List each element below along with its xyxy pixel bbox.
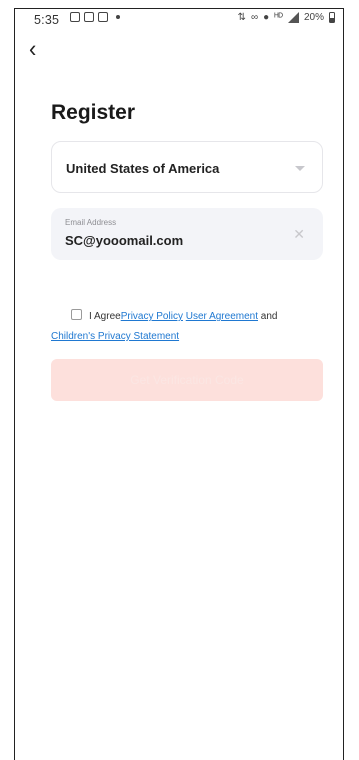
agree-prefix: I Agree (89, 311, 121, 322)
email-value: SC@yooomail.com (65, 233, 184, 248)
status-right-icons: ⇅ ∞ ● ᴴᴰ 20% (238, 12, 335, 23)
get-verification-code-button[interactable]: Get Verification Code (51, 359, 323, 401)
link-icon: ∞ (251, 12, 259, 23)
data-speed-icon: ⇅ (237, 12, 247, 23)
chevron-left-icon[interactable]: ‹ (29, 36, 36, 61)
country-value: United States of America (66, 161, 220, 176)
hd-icon: ᴴᴰ (274, 12, 283, 23)
cast-icon (84, 12, 94, 22)
location-icon: ● (263, 12, 270, 23)
notification-dot-icon (116, 15, 120, 19)
status-bar: 5:35 ⇅ ∞ ● ᴴᴰ 20% (15, 9, 343, 35)
close-icon[interactable]: ✕ (293, 226, 305, 243)
children-privacy-link[interactable]: Children's Privacy Statement (51, 331, 179, 342)
email-field[interactable]: Email Address SC@yooomail.com ✕ (51, 208, 323, 260)
page-title: Register (51, 101, 136, 124)
agreement-checkbox[interactable] (71, 309, 82, 320)
battery-percent: 20% (303, 12, 324, 23)
app-screen: 5:35 ⇅ ∞ ● ᴴᴰ 20% ‹ Register United Stat… (14, 8, 344, 760)
battery-icon (329, 12, 335, 23)
agree-conjunction: and (260, 311, 278, 322)
agreement-row: I AgreePrivacy Policy User Agreement and… (51, 307, 319, 347)
privacy-policy-link[interactable]: Privacy Policy (121, 311, 183, 322)
country-select[interactable]: United States of America (51, 141, 323, 193)
status-left-icons (70, 12, 120, 22)
email-label: Email Address (65, 218, 117, 227)
user-agreement-link[interactable]: User Agreement (186, 311, 258, 322)
dropdown-arrow-icon (295, 166, 305, 171)
gallery-icon (98, 12, 108, 22)
status-time: 5:35 (34, 13, 60, 27)
image-icon (70, 12, 80, 22)
signal-icon (287, 12, 299, 23)
